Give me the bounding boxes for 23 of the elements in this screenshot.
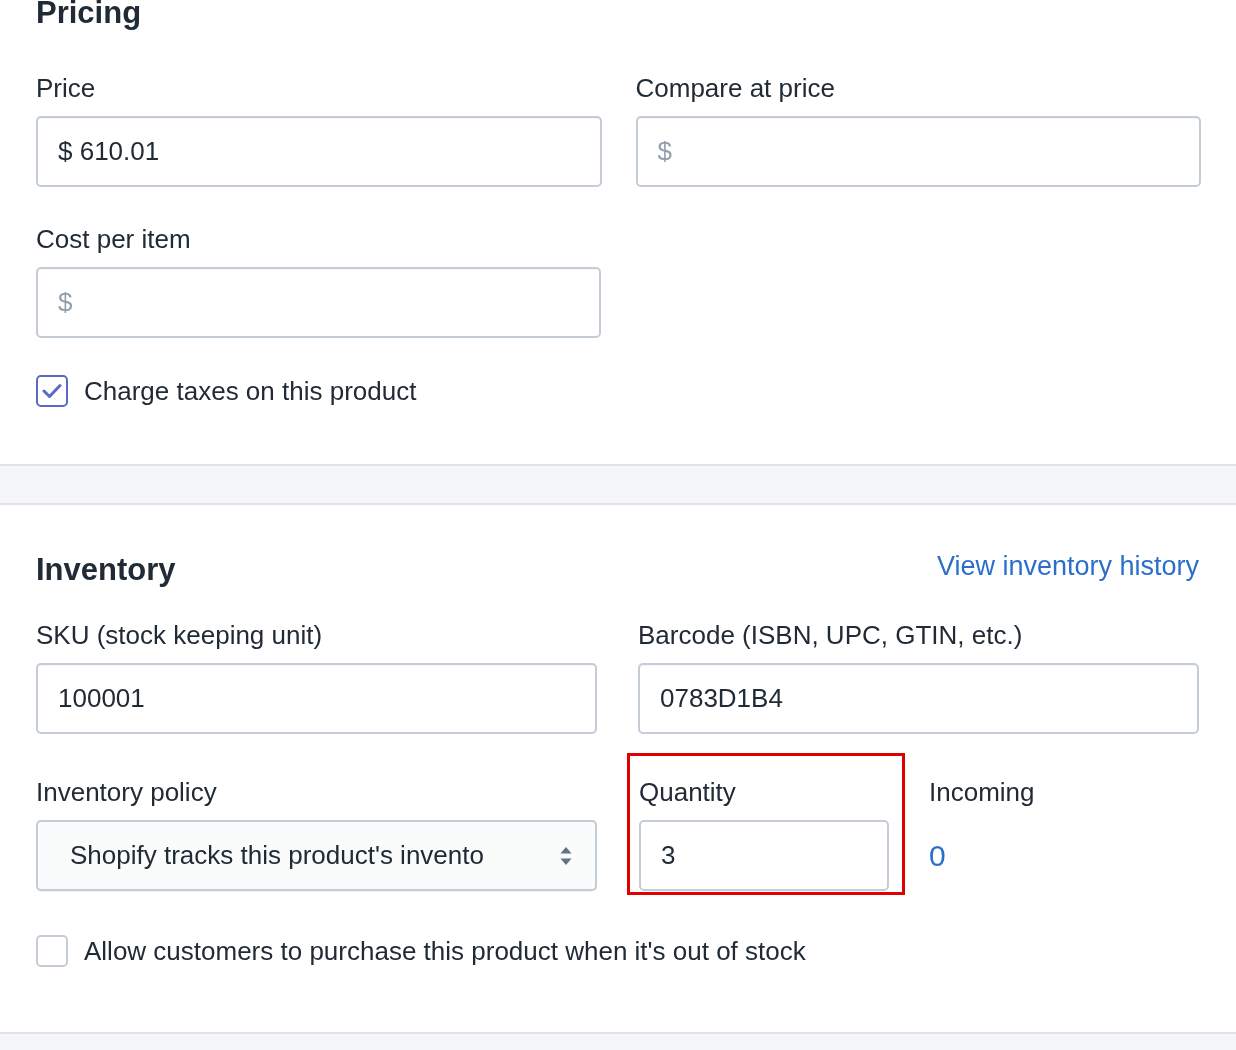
input-field[interactable]: 100001 xyxy=(36,663,597,734)
field-label: Compare at price xyxy=(635,72,836,104)
field-label: Barcode (ISBN, UPC, GTIN, etc.) xyxy=(638,619,1024,651)
field-label: Price xyxy=(36,72,97,104)
section-title: Pricing xyxy=(36,0,143,32)
input-field[interactable]: 0783D1B4 xyxy=(638,663,1199,734)
incoming-count-link[interactable]: 0 xyxy=(929,820,1035,891)
field-label: Incoming xyxy=(929,776,1035,808)
policy-select[interactable]: Shopify tracks this product's invento xyxy=(36,820,597,891)
section-title: Inventory xyxy=(36,551,176,589)
field-label: Quantity xyxy=(639,776,737,808)
field-label: Inventory policy xyxy=(36,776,218,808)
checkbox-label: Charge taxes on this product xyxy=(84,375,417,407)
input-field[interactable]: 3 xyxy=(639,820,889,891)
input-field[interactable]: $ xyxy=(635,116,1201,187)
checkbox-label: Allow customers to purchase this product when it's out of stock xyxy=(84,935,806,967)
checkmark-icon xyxy=(42,383,62,399)
field-label: Cost per item xyxy=(36,223,192,255)
input-field[interactable]: $ 610.01 xyxy=(36,116,602,187)
checkbox[interactable] xyxy=(36,375,68,407)
field-label: SKU (stock keeping unit) xyxy=(36,619,324,651)
input-field[interactable]: $ xyxy=(36,267,601,338)
history-link[interactable]: View inventory history xyxy=(936,550,1199,582)
